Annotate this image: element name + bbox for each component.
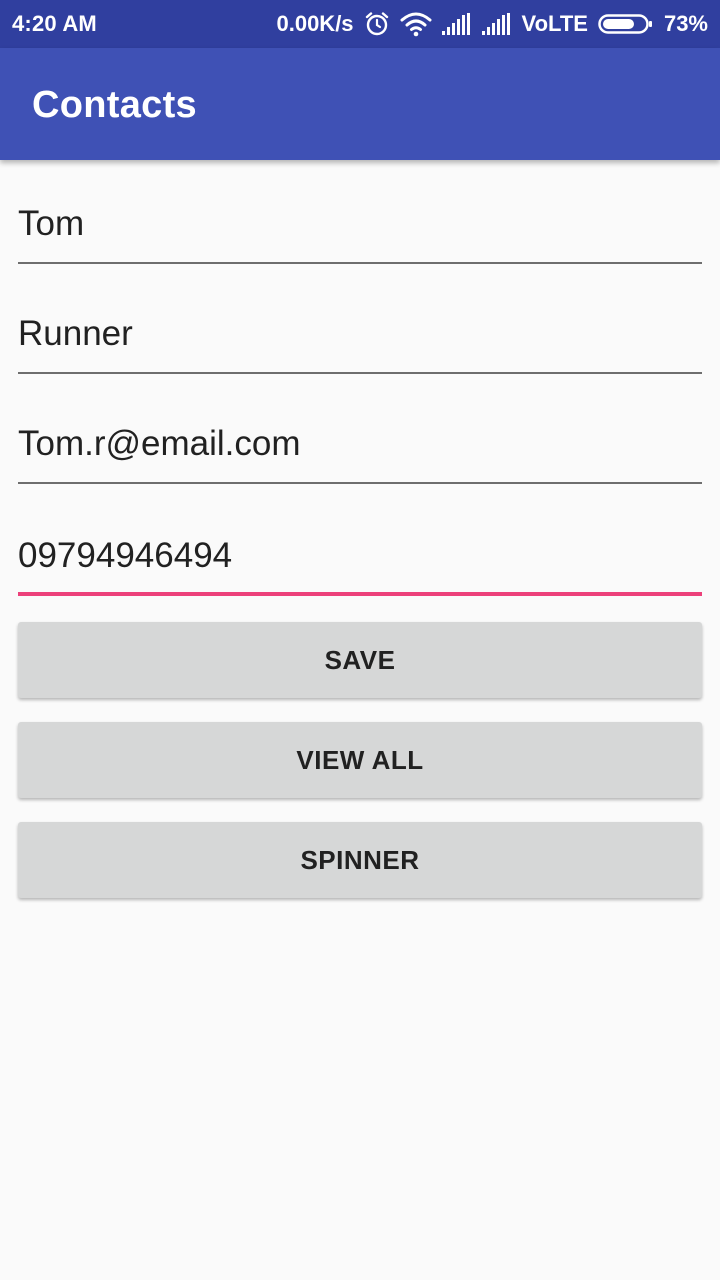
email-underline [18,482,702,484]
network-type: VoLTE [521,11,588,36]
last-name-field[interactable] [18,304,702,374]
email-field[interactable] [18,414,702,484]
wifi-icon [400,11,432,37]
phone-field[interactable] [18,526,702,596]
battery-percent: 73% [663,11,708,36]
view-all-button[interactable]: VIEW ALL [18,722,702,798]
first-name-underline [18,262,702,264]
status-time: 4:20 AM [12,11,97,36]
network-speed: 0.00K/s [276,11,354,36]
last-name-input[interactable] [18,304,702,364]
last-name-underline [18,372,702,374]
phone-underline [18,592,702,596]
signal-icon [441,13,472,35]
status-icons: 0.00K/s VoLTE 73% [276,0,708,48]
app-bar: Contacts [0,48,720,160]
first-name-field[interactable] [18,194,702,264]
signal-icon [481,13,512,35]
battery-icon [598,13,654,35]
alarm-icon [364,11,390,37]
first-name-input[interactable] [18,194,702,254]
email-input[interactable] [18,414,702,474]
save-button[interactable]: SAVE [18,622,702,698]
spinner-button[interactable]: SPINNER [18,822,702,898]
phone-input[interactable] [18,526,702,586]
page-title: Contacts [32,84,197,126]
status-bar: 4:20 AM 0.00K/s VoLTE 73% [0,0,720,48]
